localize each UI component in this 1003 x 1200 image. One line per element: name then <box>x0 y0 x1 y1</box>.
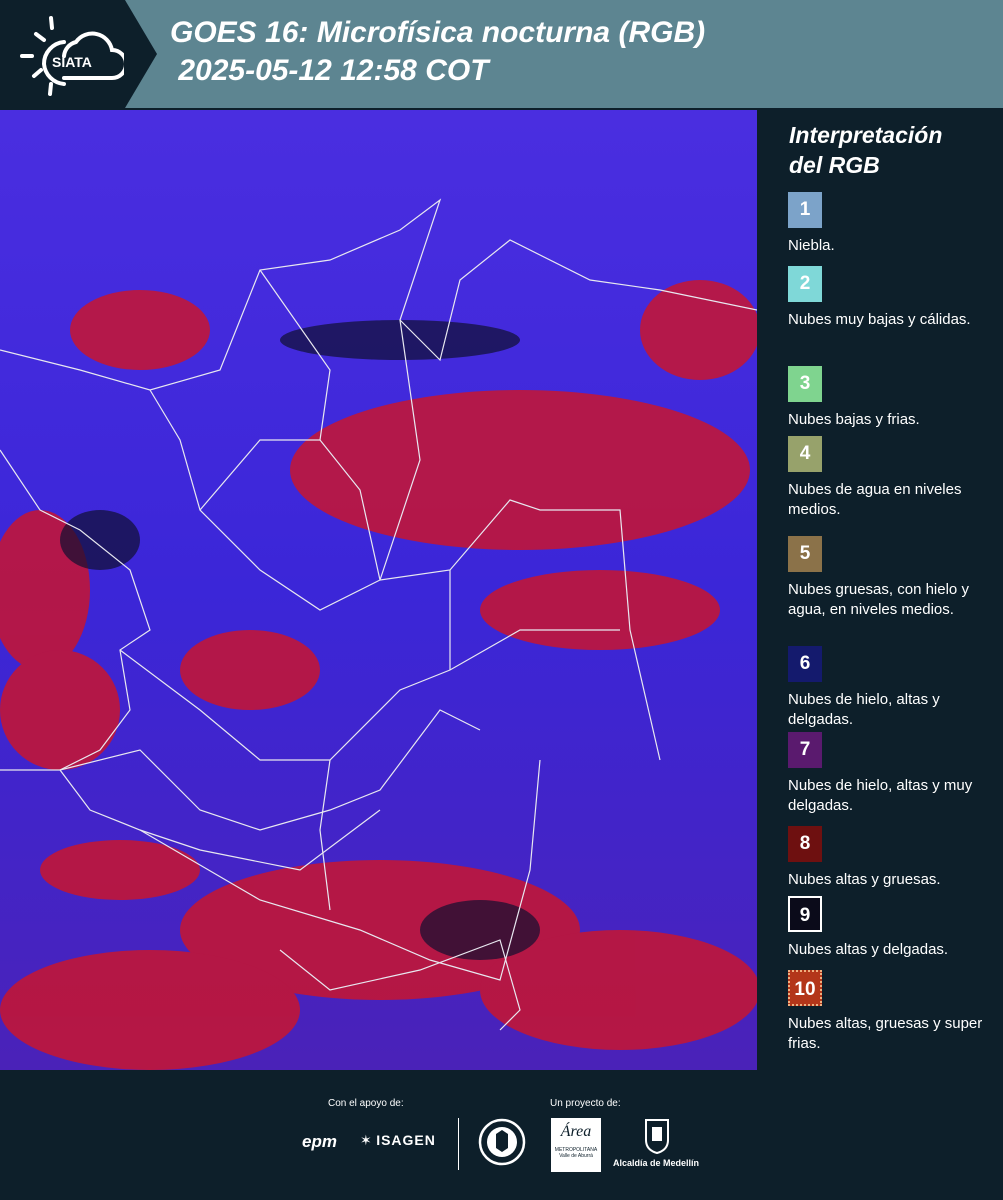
page-title: GOES 16: Microfísica nocturna (RGB) 2025… <box>170 14 705 90</box>
isagen-logo: ✶ ISAGEN <box>360 1132 436 1150</box>
area-logo-sub2: Valle de Aburrá <box>559 1153 593 1159</box>
legend-label: Nubes altas, gruesas y super frias. <box>788 1015 983 1052</box>
legend-label: Nubes de hielo, altas y delgadas. <box>788 691 940 728</box>
legend-title-line2: del RGB <box>789 152 880 178</box>
legend-item: 7 Nubes de hielo, altas y muy delgadas. <box>788 732 998 816</box>
legend-swatch: 9 <box>788 896 822 932</box>
legend-item: 3 Nubes bajas y frias. <box>788 366 998 430</box>
legend-swatch: 6 <box>788 646 822 682</box>
legend-item: 9 Nubes altas y delgadas. <box>788 896 998 960</box>
legend-swatch: 2 <box>788 266 822 302</box>
isagen-name: ISAGEN <box>376 1132 436 1148</box>
medellin-university-seal <box>478 1116 526 1173</box>
legend-item: 5 Nubes gruesas, con hielo y agua, en niv… <box>788 536 998 620</box>
legend-swatch: 5 <box>788 536 822 572</box>
support-label: Con el apoyo de: <box>328 1098 404 1109</box>
legend-item: 2 Nubes muy bajas y cálidas. <box>788 266 998 330</box>
legend-label: Niebla. <box>788 237 835 254</box>
legend-swatch: 3 <box>788 366 822 402</box>
legend-label: Nubes altas y delgadas. <box>788 941 949 958</box>
legend-item: 8 Nubes altas y gruesas. <box>788 826 998 890</box>
alcaldia-label: Alcaldía de Medellín <box>613 1158 700 1168</box>
legend-label: Nubes altas y gruesas. <box>788 871 941 888</box>
legend-item: 4 Nubes de agua en niveles medios. <box>788 436 998 520</box>
legend-label: Nubes de agua en niveles medios. <box>788 481 962 518</box>
legend-swatch: 1 <box>788 192 822 228</box>
legend-item: 1 Niebla. <box>788 192 998 256</box>
legend-swatch: 8 <box>788 826 822 862</box>
project-label: Un proyecto de: <box>550 1098 621 1109</box>
legend-item: 10 Nubes altas, gruesas y super frias. <box>788 970 998 1054</box>
legend-label: Nubes bajas y frias. <box>788 411 920 428</box>
isagen-mark-icon: ✶ <box>360 1132 372 1148</box>
legend-panel: Interpretación del RGB 1 Niebla. 2 Nubes mu… <box>760 110 1003 1070</box>
area-metropolitana-logo: Área METROPOLITANA Valle de Aburrá <box>551 1118 601 1172</box>
alcaldia-shield-icon <box>644 1118 670 1159</box>
title-product: GOES 16: Microfísica nocturna (RGB) <box>170 16 706 49</box>
header-chevron <box>125 0 157 108</box>
satellite-map <box>0 110 759 1070</box>
legend-title-line1: Interpretación <box>789 122 943 148</box>
legend-swatch: 4 <box>788 436 822 472</box>
title-timestamp: 2025-05-12 12:58 COT <box>170 54 489 87</box>
footer-divider <box>458 1118 459 1170</box>
legend-label: Nubes muy bajas y cálidas. <box>788 311 971 328</box>
footer: Con el apoyo de: Un proyecto de: epm ✶ I… <box>0 1070 1003 1200</box>
legend-label: Nubes de hielo, altas y muy delgadas. <box>788 777 973 814</box>
legend-swatch: 10 <box>788 970 822 1006</box>
legend-item: 6 Nubes de hielo, altas y delgadas. <box>788 646 998 730</box>
siata-logo: SIATA <box>14 12 128 96</box>
legend-label: Nubes gruesas, con hielo y agua, en nive… <box>788 581 969 618</box>
header-bar: SIATA GOES 16: Microfísica nocturna (RGB… <box>0 0 1003 108</box>
brand-text: SIATA <box>52 54 92 70</box>
legend-title: Interpretación del RGB <box>789 120 942 180</box>
area-logo-wordmark: Área <box>560 1123 592 1140</box>
legend-swatch: 7 <box>788 732 822 768</box>
epm-logo: epm <box>302 1132 337 1151</box>
